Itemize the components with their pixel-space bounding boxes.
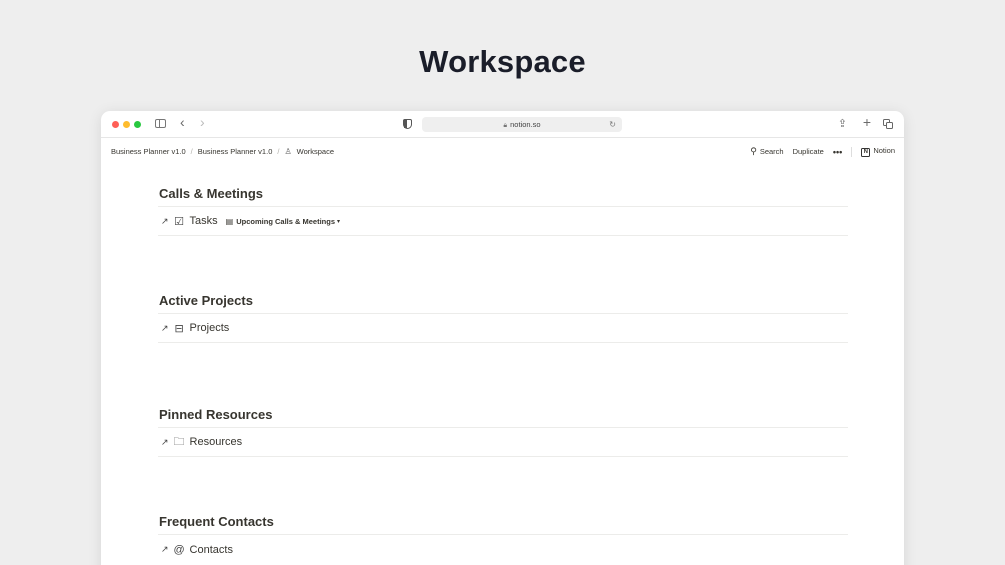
linked-database-row[interactable]: ↗ ☑ Tasks ▤ Upcoming Calls & Meetings ▾ bbox=[158, 206, 848, 236]
url-text: notion.so bbox=[510, 120, 541, 129]
database-title[interactable]: Tasks bbox=[190, 215, 218, 227]
more-options-icon[interactable]: ••• bbox=[833, 147, 842, 157]
lock-icon: 🔒︎ bbox=[503, 122, 508, 129]
section-calls-meetings: Calls & Meetings ↗ ☑ Tasks ▤ Upcoming Ca… bbox=[158, 186, 848, 236]
breadcrumb-item[interactable]: Business Planner v1.0 bbox=[111, 147, 186, 156]
browser-window: ‹ › 🔒︎ notion.so ↻ ⇪ + Business Planner v… bbox=[101, 111, 904, 565]
database-title[interactable]: Contacts bbox=[190, 544, 233, 556]
database-title[interactable]: Resources bbox=[190, 436, 243, 448]
section-title: Pinned Resources bbox=[159, 407, 273, 422]
folder-icon: 🗀 bbox=[173, 435, 185, 448]
linked-database-row[interactable]: ↗ @ Contacts bbox=[158, 534, 848, 564]
notion-topbar: Business Planner v1.0 / Business Planner… bbox=[101, 138, 904, 164]
section-title: Active Projects bbox=[159, 293, 253, 308]
checkbox-icon: ☑ bbox=[174, 215, 184, 228]
linked-database-row[interactable]: ↗ 🗀 Resources bbox=[158, 427, 848, 457]
minimize-window-button[interactable] bbox=[123, 121, 130, 128]
notion-label: Notion bbox=[873, 146, 895, 155]
view-selector[interactable]: ▤ Upcoming Calls & Meetings ▾ bbox=[226, 217, 340, 226]
at-icon: @ bbox=[173, 543, 185, 556]
search-icon: ⚲ bbox=[750, 146, 757, 156]
section-title: Calls & Meetings bbox=[159, 186, 264, 201]
list-view-icon: ▤ bbox=[225, 216, 234, 226]
shield-icon[interactable] bbox=[403, 119, 412, 129]
close-window-button[interactable] bbox=[112, 121, 119, 128]
notion-button[interactable]: N Notion bbox=[861, 146, 895, 157]
link-arrow-icon: ↗ bbox=[161, 436, 169, 447]
view-label: Upcoming Calls & Meetings bbox=[236, 216, 335, 226]
database-icon: ⊟ bbox=[174, 322, 184, 335]
link-arrow-icon: ↗ bbox=[161, 215, 169, 226]
back-icon[interactable]: ‹ bbox=[180, 115, 185, 129]
page-actions: ⚲ Search Duplicate ••• N Notion bbox=[741, 146, 895, 157]
search-button[interactable]: ⚲ Search bbox=[750, 146, 783, 157]
plus-icon[interactable]: + bbox=[863, 115, 871, 129]
section-active-projects: Active Projects ↗ ⊟ Projects bbox=[158, 293, 848, 343]
duplicate-button[interactable]: Duplicate bbox=[793, 147, 824, 156]
section-frequent-contacts: Frequent Contacts ↗ @ Contacts bbox=[158, 514, 848, 564]
database-title[interactable]: Projects bbox=[190, 322, 230, 334]
link-arrow-icon: ↗ bbox=[161, 544, 169, 554]
person-icon: ♙ bbox=[284, 147, 292, 156]
breadcrumb: Business Planner v1.0 / Business Planner… bbox=[111, 147, 334, 156]
breadcrumb-separator: / bbox=[190, 147, 193, 156]
forward-icon[interactable]: › bbox=[200, 115, 205, 129]
divider bbox=[851, 146, 853, 157]
section-pinned-resources: Pinned Resources ↗ 🗀 Resources bbox=[158, 407, 848, 457]
address-bar[interactable]: 🔒︎ notion.so ↻ bbox=[422, 117, 622, 132]
sidebar-toggle-icon[interactable] bbox=[155, 119, 166, 128]
search-label: Search bbox=[759, 147, 784, 156]
browser-toolbar: ‹ › 🔒︎ notion.so ↻ ⇪ + bbox=[101, 111, 904, 138]
notion-logo-icon: N bbox=[861, 148, 871, 157]
breadcrumb-item[interactable]: Business Planner v1.0 bbox=[198, 147, 273, 156]
maximize-window-button[interactable] bbox=[134, 121, 141, 128]
link-arrow-icon: ↗ bbox=[161, 322, 169, 333]
tabs-icon[interactable] bbox=[883, 119, 893, 129]
breadcrumb-item[interactable]: Workspace bbox=[297, 147, 334, 156]
reload-icon[interactable]: ↻ bbox=[609, 117, 616, 132]
linked-database-row[interactable]: ↗ ⊟ Projects bbox=[158, 313, 848, 343]
breadcrumb-separator: / bbox=[277, 147, 280, 156]
share-icon[interactable]: ⇪ bbox=[838, 117, 847, 131]
chevron-down-icon: ▾ bbox=[337, 218, 341, 225]
page-heading: Workspace bbox=[419, 44, 586, 79]
section-title: Frequent Contacts bbox=[159, 514, 274, 529]
